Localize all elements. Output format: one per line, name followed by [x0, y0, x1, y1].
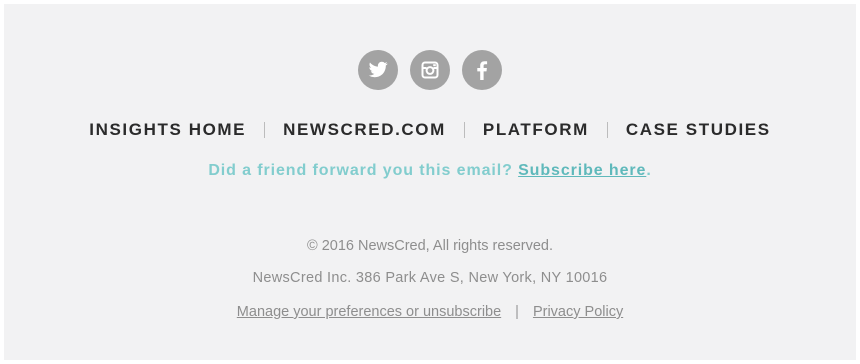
- social-links: [4, 50, 856, 90]
- nav-divider: [606, 122, 608, 138]
- nav-divider: [264, 122, 266, 138]
- forward-suffix: .: [646, 162, 652, 179]
- legal-separator: |: [515, 304, 519, 320]
- forward-message: Did a friend forward you this email? Sub…: [4, 162, 856, 180]
- preferences-row: Manage your preferences or unsubscribe | P…: [4, 304, 856, 320]
- facebook-link[interactable]: [462, 50, 502, 90]
- company-address: NewsCred Inc. 386 Park Ave S, New York, …: [252, 270, 608, 286]
- subscribe-link[interactable]: Subscribe here: [518, 162, 646, 179]
- nav-divider: [463, 122, 465, 138]
- copyright-text: © 2016 NewsCred, All rights reserved.: [306, 238, 553, 254]
- twitter-icon: [368, 61, 388, 78]
- manage-preferences-link[interactable]: Manage your preferences or unsubscribe: [237, 304, 501, 320]
- facebook-icon: [477, 61, 488, 80]
- email-footer: INSIGHTS HOME NEWSCRED.COM PLATFORM CASE…: [4, 4, 856, 360]
- footer-nav: INSIGHTS HOME NEWSCRED.COM PLATFORM CASE…: [4, 120, 856, 140]
- instagram-link[interactable]: [410, 50, 450, 90]
- nav-platform-link[interactable]: PLATFORM: [483, 120, 589, 140]
- twitter-link[interactable]: [358, 50, 398, 90]
- privacy-policy-link[interactable]: Privacy Policy: [533, 304, 623, 320]
- nav-newscred-com-link[interactable]: NEWSCRED.COM: [283, 120, 446, 140]
- nav-case-studies-link[interactable]: CASE STUDIES: [626, 120, 771, 140]
- forward-prompt: Did a friend forward you this email?: [208, 162, 519, 179]
- nav-insights-home-link[interactable]: INSIGHTS HOME: [89, 120, 246, 140]
- instagram-icon: [421, 61, 439, 79]
